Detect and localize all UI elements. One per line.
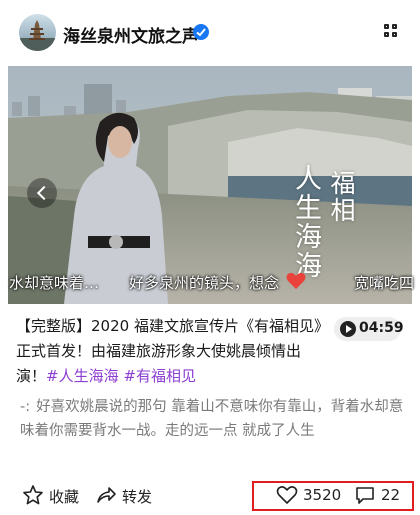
post-header: 海丝泉州文旅之声 xyxy=(0,0,420,64)
post-card: 海丝泉州文旅之声 福相 人生海海 水却意味着… 好多泉州的镜头，想念 宽嘴吃四 … xyxy=(0,0,420,515)
subtitle-right: 宽嘴吃四 xyxy=(354,274,415,292)
hashtag-link[interactable]: #有福相见 xyxy=(123,367,196,385)
top-comment[interactable]: -: 好喜欢姚晨说的那句 靠着山不意味你有靠山，背着水却意味着你需要背水一战。走的… xyxy=(20,395,408,443)
account-name[interactable]: 海丝泉州文旅之声 xyxy=(63,22,199,47)
avatar[interactable] xyxy=(19,14,56,51)
video-title[interactable]: 【完整版】2020 福建文旅宣传片《有福相见》正式首发！由福建旅游形象大使姚晨倾… xyxy=(16,314,328,389)
comment-label: -: xyxy=(20,399,31,415)
subtitle-left: 水却意味着… xyxy=(9,274,100,292)
collect-label: 收藏 xyxy=(49,488,80,506)
play-icon xyxy=(340,321,356,337)
subtitle-center: 好多泉州的镜头，想念 xyxy=(129,274,280,292)
star-icon xyxy=(23,485,43,505)
more-grid-icon[interactable] xyxy=(384,24,398,38)
video-thumbnail[interactable]: 福相 人生海海 xyxy=(8,66,412,304)
overlay-text-right: 福相 xyxy=(327,170,356,224)
highlight-box xyxy=(252,481,414,511)
overlay-text-left: 人生海海 xyxy=(290,164,321,280)
verified-badge-icon xyxy=(193,24,209,40)
red-heart-icon xyxy=(286,272,306,290)
duration-text: 04:59 xyxy=(359,320,404,336)
chevron-left-icon[interactable] xyxy=(27,178,57,208)
share-label: 转发 xyxy=(122,488,153,506)
share-arrow-icon xyxy=(97,487,116,503)
comment-text: 好喜欢姚晨说的那句 靠着山不意味你有靠山，背着水却意味着你需要背水一战。走的远一… xyxy=(20,399,404,439)
duration-badge: 04:59 xyxy=(334,317,404,341)
hashtag-link[interactable]: #人生海海 xyxy=(46,367,119,385)
